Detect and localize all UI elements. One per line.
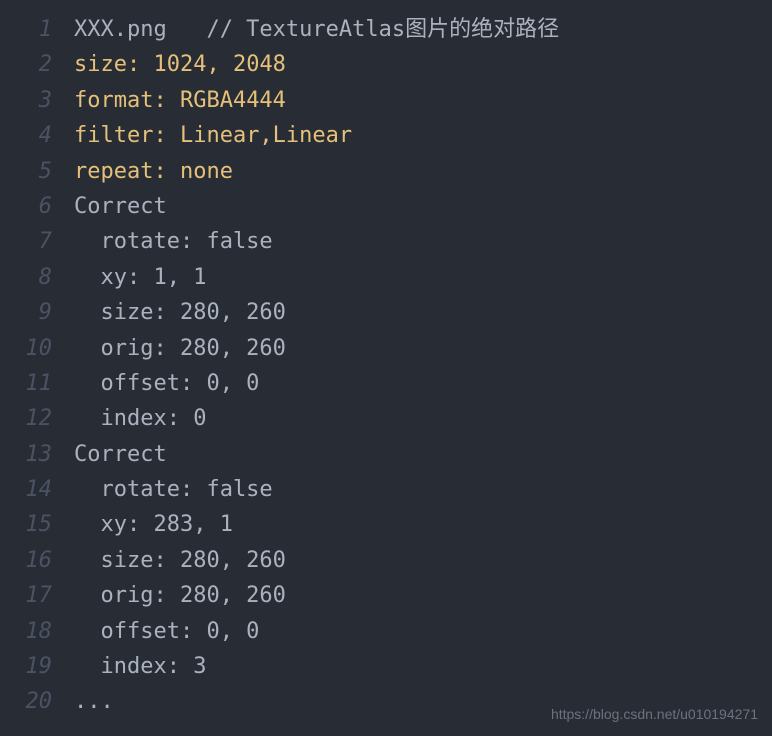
code-line: XXX.png // TextureAtlas图片的绝对路径 — [74, 12, 772, 47]
code-token: Linear,Linear — [167, 123, 352, 148]
code-token: format: — [74, 88, 167, 113]
code-line: size: 280, 260 — [74, 295, 772, 330]
line-number: 16 — [0, 543, 52, 578]
code-token: xy: 283, 1 — [74, 512, 233, 537]
code-line: offset: 0, 0 — [74, 366, 772, 401]
code-line: Correct — [74, 437, 772, 472]
code-line: xy: 283, 1 — [74, 507, 772, 542]
code-token: RGBA4444 — [167, 88, 286, 113]
code-line: orig: 280, 260 — [74, 331, 772, 366]
code-line: index: 3 — [74, 649, 772, 684]
code-token: index: 0 — [74, 406, 206, 431]
line-number: 17 — [0, 578, 52, 613]
line-number: 20 — [0, 684, 52, 719]
code-token: size: — [74, 52, 140, 77]
code-line: Correct — [74, 189, 772, 224]
watermark-text: https://blog.csdn.net/u010194271 — [551, 706, 758, 722]
line-number: 4 — [0, 118, 52, 153]
line-number: 15 — [0, 507, 52, 542]
code-line: repeat: none — [74, 154, 772, 189]
code-token: Correct — [74, 194, 167, 219]
code-token: offset: 0, 0 — [74, 371, 259, 396]
code-token: ... — [74, 689, 114, 714]
line-number: 14 — [0, 472, 52, 507]
code-token: size: 280, 260 — [74, 300, 286, 325]
code-line: xy: 1, 1 — [74, 260, 772, 295]
line-number: 3 — [0, 83, 52, 118]
code-line: orig: 280, 260 — [74, 578, 772, 613]
code-token: Correct — [74, 442, 167, 467]
code-token: orig: 280, 260 — [74, 336, 286, 361]
line-number: 9 — [0, 295, 52, 330]
code-token: orig: 280, 260 — [74, 583, 286, 608]
code-token: none — [167, 159, 233, 184]
code-token: size: 280, 260 — [74, 548, 286, 573]
line-number: 10 — [0, 331, 52, 366]
line-number: 11 — [0, 366, 52, 401]
code-token: 1024, 2048 — [140, 52, 286, 77]
code-line: index: 0 — [74, 401, 772, 436]
code-line: filter: Linear,Linear — [74, 118, 772, 153]
line-number-gutter: 1234567891011121314151617181920 — [0, 12, 62, 720]
line-number: 6 — [0, 189, 52, 224]
line-number: 18 — [0, 614, 52, 649]
code-line: size: 280, 260 — [74, 543, 772, 578]
code-token: filter: — [74, 123, 167, 148]
code-token: xy: 1, 1 — [74, 265, 206, 290]
code-token: rotate: false — [74, 229, 273, 254]
line-number: 7 — [0, 224, 52, 259]
code-line: rotate: false — [74, 472, 772, 507]
code-token: rotate: false — [74, 477, 273, 502]
code-line: size: 1024, 2048 — [74, 47, 772, 82]
code-line: offset: 0, 0 — [74, 614, 772, 649]
line-number: 13 — [0, 437, 52, 472]
line-number: 2 — [0, 47, 52, 82]
line-number: 8 — [0, 260, 52, 295]
code-line: format: RGBA4444 — [74, 83, 772, 118]
code-token: repeat: — [74, 159, 167, 184]
code-line: rotate: false — [74, 224, 772, 259]
code-token: index: 3 — [74, 654, 206, 679]
line-number: 12 — [0, 401, 52, 436]
line-number: 19 — [0, 649, 52, 684]
line-number: 5 — [0, 154, 52, 189]
line-number: 1 — [0, 12, 52, 47]
code-token: XXX.png // TextureAtlas图片的绝对路径 — [74, 17, 559, 42]
code-token: offset: 0, 0 — [74, 619, 259, 644]
code-editor: 1234567891011121314151617181920 XXX.png … — [0, 0, 772, 720]
code-content[interactable]: XXX.png // TextureAtlas图片的绝对路径 size: 1024… — [62, 12, 772, 720]
